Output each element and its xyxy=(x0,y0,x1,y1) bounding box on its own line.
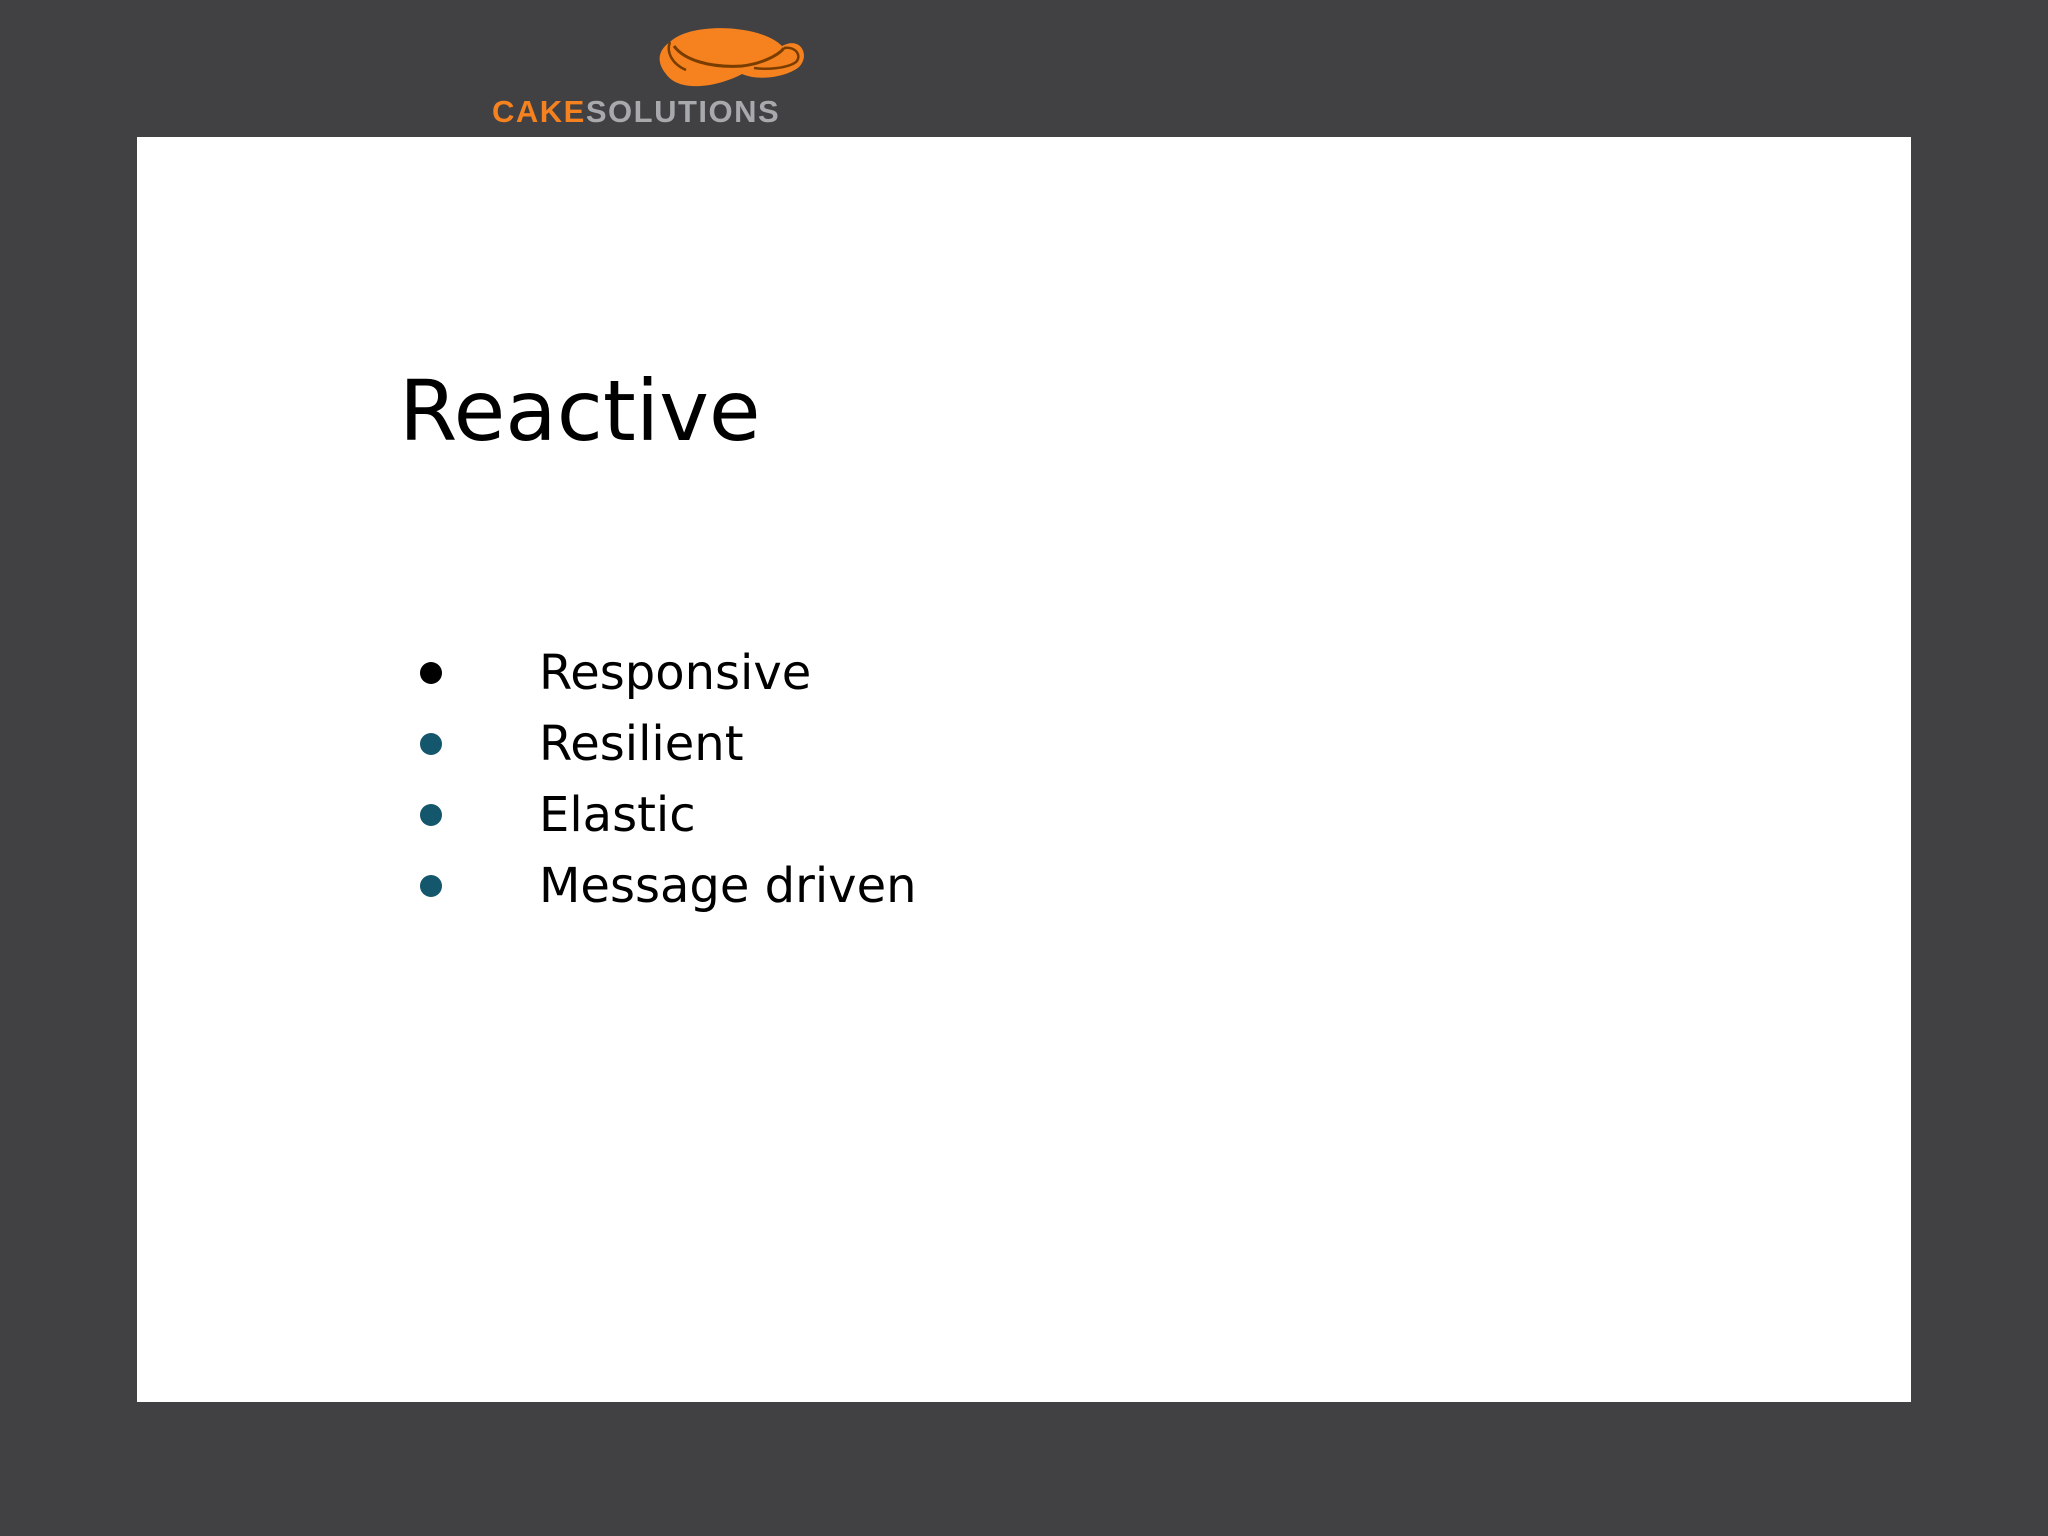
logo-wordmark: CAKESOLUTIONS xyxy=(492,96,780,127)
bullet-dot xyxy=(420,874,442,897)
bullet-dot xyxy=(420,732,442,755)
bullet-list: Responsive Resilient Elastic Message dri… xyxy=(420,637,917,921)
bullet-dot xyxy=(420,803,442,826)
slide-title: Reactive xyxy=(399,362,761,460)
bullet-label: Resilient xyxy=(539,715,744,772)
logo-word-cake: CAKE xyxy=(492,94,586,129)
bullet-item: Elastic xyxy=(420,779,696,850)
bullet-item: Message driven xyxy=(420,850,917,921)
bullet-label: Responsive xyxy=(539,644,812,701)
presentation-background: CAKESOLUTIONS Reactive Responsive Resili… xyxy=(0,0,2048,1536)
bullet-item: Resilient xyxy=(420,708,744,779)
slide: Reactive Responsive Resilient Elastic Me… xyxy=(137,137,1911,1402)
bullet-dot xyxy=(420,661,442,684)
cake-solutions-logo: CAKESOLUTIONS xyxy=(490,24,810,128)
bullet-item: Responsive xyxy=(420,637,811,708)
bullet-label: Elastic xyxy=(539,786,696,843)
bullet-label: Message driven xyxy=(539,857,917,914)
logo-word-solutions: SOLUTIONS xyxy=(585,94,781,129)
cake-solutions-ribbon-icon xyxy=(659,28,804,87)
